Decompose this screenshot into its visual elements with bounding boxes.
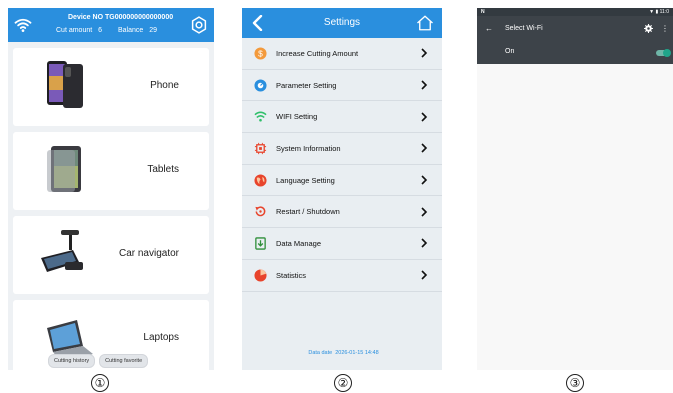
card-label: Tablets: [147, 164, 179, 175]
chevron-right-icon: [421, 80, 428, 90]
menu-item-label: Data Manage: [276, 238, 322, 248]
menu-item-label: Parameter Setting: [276, 80, 337, 90]
menu-item-restart-shutdown[interactable]: Restart / Shutdown: [242, 196, 442, 229]
chip-icon: [254, 142, 267, 154]
cut-amount-value: 6: [98, 27, 103, 34]
chevron-right-icon: [421, 270, 428, 280]
globe-icon: [254, 174, 267, 187]
phone-icon: [47, 61, 83, 108]
composite-screenshot: Device NO TG000000000000000 Cut amount 6…: [0, 0, 673, 393]
figure-number-3: ③: [566, 374, 584, 392]
figure-number-2: ②: [334, 374, 352, 392]
download-icon: [255, 237, 266, 250]
menu-item-label: System Information: [276, 143, 341, 153]
card-label: Phone: [150, 80, 179, 91]
figure-number-1: ①: [91, 374, 109, 392]
card-label: Laptops: [143, 332, 179, 343]
chevron-right-icon: [421, 143, 428, 153]
tablet-icon: [47, 146, 81, 192]
device-no-value: TG000000000000000: [104, 14, 174, 21]
android-wifi-screen: N ▼ ▮ 11:0 ← Select Wi-Fi ⋮ On: [477, 8, 673, 370]
menu-item-label: WIFI Setting: [276, 112, 318, 122]
card-label: Car navigator: [118, 248, 179, 259]
nfc-indicator: N: [481, 9, 485, 15]
category-card-phone[interactable]: Phone: [13, 48, 209, 126]
on-label: On: [505, 48, 515, 55]
pie-chart-icon: [254, 269, 267, 282]
status-bar: N ▼ ▮ 11:0: [477, 8, 673, 16]
status-icons: ▼ ▮ 11:0: [649, 9, 669, 15]
bottom-buttons: Cutting history Cutting favorite: [48, 354, 149, 368]
page-title: Settings: [323, 17, 361, 28]
menu-item-label: Increase Cutting Amount: [276, 48, 359, 58]
menu-item-system-information[interactable]: System Information: [242, 133, 442, 165]
settings-header: Settings: [242, 8, 442, 38]
car-navigator-icon: [41, 230, 83, 272]
chevron-right-icon: [421, 112, 428, 122]
dial-icon: [254, 78, 267, 92]
menu-item-label: Restart / Shutdown: [276, 207, 340, 217]
device-label: Device NO: [68, 14, 104, 21]
settings-menu: $ Increase Cutting Amount Parameter Sett…: [242, 38, 442, 292]
category-card-car-navigator[interactable]: Car navigator: [13, 216, 209, 294]
menu-item-label: Statistics: [276, 270, 307, 280]
balance-value: 29: [149, 27, 158, 34]
counters: Cut amount 6 Balance 29: [56, 27, 161, 34]
home-screen: Device NO TG000000000000000 Cut amount 6…: [8, 8, 214, 370]
wifi-toggle[interactable]: [656, 49, 671, 57]
restart-icon: [255, 206, 266, 217]
settings-screen: Settings $ Increase Cutting Amount Param…: [242, 8, 442, 370]
home-header: Device NO TG000000000000000 Cut amount 6…: [8, 8, 214, 42]
page-title: Select Wi-Fi: [505, 25, 543, 32]
gear-icon[interactable]: [644, 24, 653, 33]
data-date: Data date 2026-01-15 14:48: [242, 350, 442, 356]
data-date-label: Data date: [308, 350, 333, 356]
wifi-on-row[interactable]: On: [477, 44, 673, 64]
chevron-right-icon: [421, 175, 428, 185]
gear-icon[interactable]: [190, 16, 208, 34]
home-icon[interactable]: [416, 14, 434, 32]
device-number: Device NO TG000000000000000: [68, 14, 173, 21]
data-date-value: 2026-01-15 14:48: [335, 350, 379, 356]
balance-label: Balance: [118, 27, 144, 34]
category-card-tablets[interactable]: Tablets: [13, 132, 209, 210]
menu-item-parameter-setting[interactable]: Parameter Setting: [242, 70, 442, 102]
coin-icon: $: [254, 47, 267, 60]
cut-amount-label: Cut amount: [56, 27, 93, 34]
more-options-icon[interactable]: ⋮: [661, 24, 669, 33]
chevron-right-icon: [421, 238, 428, 249]
menu-item-statistics[interactable]: Statistics: [242, 260, 442, 292]
menu-item-language-setting[interactable]: Language Setting: [242, 165, 442, 197]
menu-item-wifi-setting[interactable]: WIFI Setting: [242, 101, 442, 134]
app-bar: ← Select Wi-Fi ⋮: [477, 16, 673, 44]
chevron-right-icon: [421, 207, 428, 217]
wifi-icon[interactable]: [14, 16, 32, 34]
menu-item-data-manage[interactable]: Data Manage: [242, 228, 442, 260]
menu-item-increase-cutting-amount[interactable]: $ Increase Cutting Amount: [242, 38, 442, 70]
back-arrow-icon[interactable]: ←: [485, 24, 493, 33]
chevron-right-icon: [421, 48, 428, 58]
svg-text:$: $: [258, 48, 263, 58]
menu-item-label: Language Setting: [276, 175, 335, 185]
cutting-favorite-button[interactable]: Cutting favorite: [99, 354, 149, 368]
wifi-icon: [254, 111, 267, 122]
cutting-history-button[interactable]: Cutting history: [48, 354, 96, 368]
